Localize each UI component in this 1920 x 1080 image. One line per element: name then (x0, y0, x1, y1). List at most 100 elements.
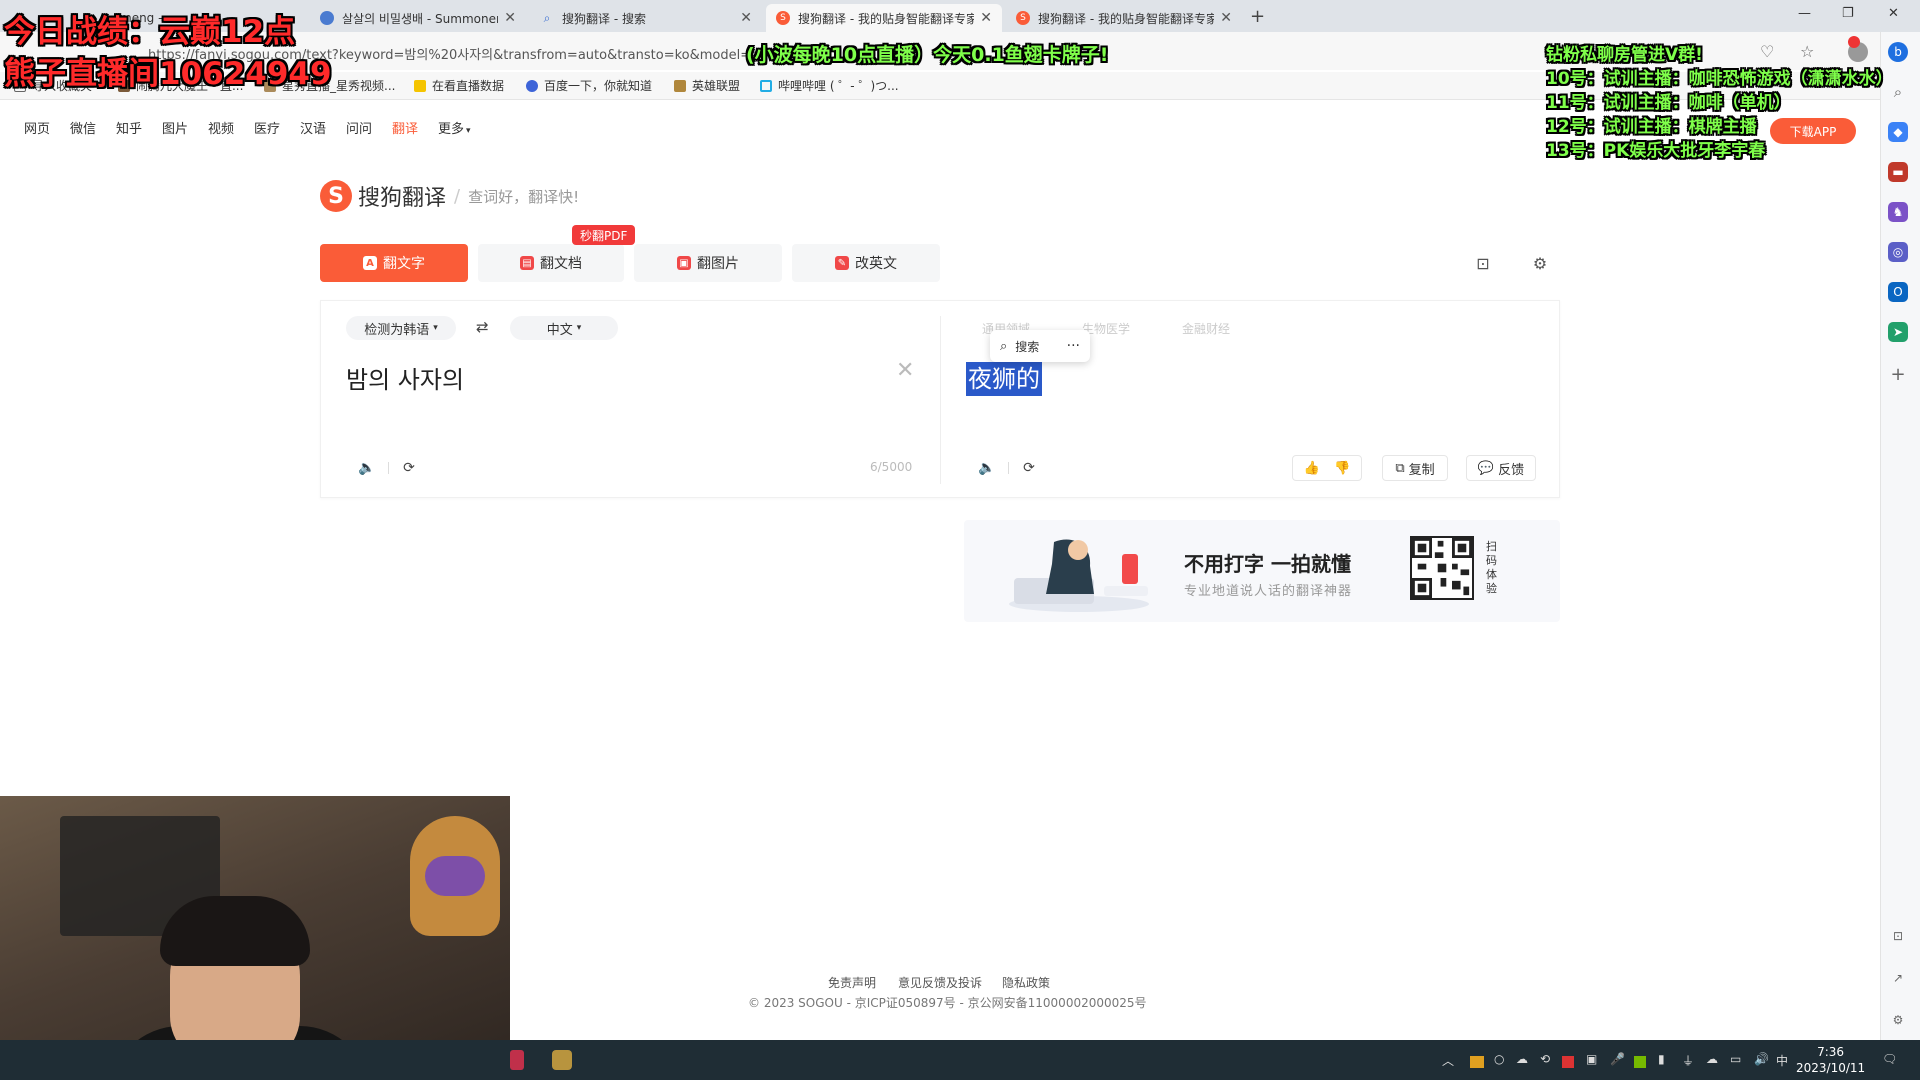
tab-title: 搜狗翻译 - 我的贴身智能翻译专家 (798, 11, 975, 26)
microphone-icon[interactable]: 🎤 (1610, 1052, 1625, 1066)
sogou-translate-logo[interactable]: S 搜狗翻译 / 查词好，翻译快! (320, 180, 579, 212)
open-external-icon[interactable]: ↗ (1888, 968, 1908, 988)
speaker-icon[interactable]: 🔈 (976, 457, 998, 479)
scan-hint: 扫码体验 (1486, 540, 1497, 595)
footer-link-privacy[interactable]: 隐私政策 (1002, 974, 1050, 991)
taskbar-app-icon[interactable] (510, 1050, 524, 1070)
slow-play-icon[interactable]: ⟳ (1018, 457, 1040, 479)
download-app-button[interactable]: 下载APP (1770, 118, 1856, 144)
new-tab-icon[interactable]: + (1250, 6, 1265, 27)
speaker-icon[interactable]: 🔈 (356, 457, 378, 479)
nav-translate[interactable]: 翻译 (392, 118, 418, 137)
qr-code-image (1410, 536, 1474, 600)
mode-translate-text-button[interactable]: A 翻文字 (320, 244, 468, 282)
thumbs-up-icon[interactable]: 👍 (1304, 461, 1320, 476)
mode-translate-image-button[interactable]: ▣ 翻图片 (634, 244, 782, 282)
settings-icon[interactable]: ⚙ (1529, 252, 1551, 274)
window-close-icon[interactable]: ✕ (1888, 6, 1899, 21)
nav-wenwen[interactable]: 问问 (346, 118, 372, 137)
volume-icon[interactable]: 🔊 (1754, 1052, 1769, 1066)
mode-label: 翻文字 (383, 256, 425, 272)
bookmark-item[interactable]: 在看直播数据 (414, 77, 504, 94)
league-client-icon[interactable] (552, 1050, 572, 1070)
target-language-select[interactable]: 中文 ▾ (510, 316, 618, 340)
tray-app-icon[interactable]: ▮ (1658, 1052, 1665, 1066)
tray-app-icon[interactable] (1470, 1056, 1484, 1068)
translation-result[interactable]: 夜狮的 (966, 362, 1042, 396)
overlay-line: 13号：PK娱乐大批牙李宇春 (1546, 141, 1766, 161)
clear-icon[interactable]: ✕ (896, 358, 914, 383)
target-language-label: 中文 (546, 322, 573, 338)
games-icon[interactable]: ♞ (1888, 202, 1908, 222)
outlook-icon[interactable]: O (1888, 282, 1908, 302)
tray-app-icon[interactable]: ⟲ (1540, 1052, 1550, 1066)
nav-weixin[interactable]: 微信 (70, 118, 96, 137)
tray-app-icon[interactable] (1562, 1056, 1574, 1068)
mode-correct-english-button[interactable]: ✎ 改英文 (792, 244, 940, 282)
onedrive-icon[interactable]: ☁ (1706, 1052, 1718, 1066)
nav-more[interactable]: 更多 ▾ (438, 118, 471, 137)
close-icon[interactable]: ✕ (980, 10, 992, 26)
add-icon[interactable]: + (1888, 364, 1908, 385)
sidebar-settings-icon[interactable]: ⚙ (1888, 1010, 1908, 1030)
ime-indicator[interactable]: 中 (1776, 1052, 1788, 1069)
bookmark-item[interactable]: 百度一下，你就知道 (526, 77, 652, 94)
slow-play-icon[interactable]: ⟳ (398, 457, 420, 479)
bookmark-label: 百度一下，你就知道 (544, 79, 653, 93)
close-icon[interactable]: ✕ (504, 10, 516, 26)
nav-medical[interactable]: 医疗 (254, 118, 280, 137)
office-icon[interactable]: ◎ (1888, 242, 1908, 262)
tray-chevron-icon[interactable]: ︿ (1442, 1052, 1454, 1069)
tray-app-icon[interactable]: ▣ (1586, 1052, 1597, 1066)
more-icon[interactable]: ··· (1067, 338, 1080, 354)
bookmark-item[interactable]: 英雄联盟 (674, 77, 740, 94)
usb-icon[interactable]: ⏚ (1682, 1052, 1694, 1069)
nav-images[interactable]: 图片 (162, 118, 188, 137)
camera-icon[interactable]: ⊡ (1472, 252, 1494, 274)
tab-1[interactable]: 살살의 비밀생배 - Summoner Sta ✕ (310, 4, 526, 32)
mode-translate-doc-button[interactable]: ▤ 翻文档 (478, 244, 624, 282)
restore-icon[interactable]: ❐ (1842, 6, 1854, 21)
footer-link-feedback[interactable]: 意见反馈及投诉 (898, 974, 982, 991)
swap-languages-icon[interactable]: ⇄ (476, 318, 489, 336)
bookmark-item[interactable]: 哔哩哔哩 ( ゜- ゜)つ... (760, 77, 899, 94)
domain-tab-finance[interactable]: 金融财经 (1182, 320, 1230, 337)
minimize-icon[interactable]: — (1798, 6, 1811, 21)
sogou-favicon-icon: S (776, 11, 790, 25)
send-icon[interactable]: ➤ (1888, 322, 1908, 342)
logo-divider: / (454, 185, 461, 207)
footer-link-disclaimer[interactable]: 免责声明 (828, 974, 876, 991)
favorites-icon[interactable]: ☆ (1800, 42, 1814, 61)
nav-hanyu[interactable]: 汉语 (300, 118, 326, 137)
source-text-input[interactable]: 밤의 사자의 (346, 360, 464, 395)
close-icon[interactable]: ✕ (740, 10, 752, 26)
nav-web[interactable]: 网页 (24, 118, 50, 137)
close-icon[interactable]: ✕ (1220, 10, 1232, 26)
tab-3[interactable]: S 搜狗翻译 - 我的贴身智能翻译专家 ✕ (766, 4, 1002, 32)
tab-title: 搜狗翻译 - 搜索 (562, 11, 646, 26)
source-language-select[interactable]: 检测为韩语 ▾ (346, 316, 456, 340)
extensions-icon[interactable]: ♡ (1760, 42, 1774, 61)
thumbs-down-icon[interactable]: 👎 (1334, 461, 1350, 476)
taskbar-clock[interactable]: 7:36 2023/10/11 (1796, 1044, 1865, 1076)
tab-2[interactable]: ⌕ 搜狗翻译 - 搜索 ✕ (530, 4, 762, 32)
edit-icon: ✎ (835, 256, 849, 270)
feedback-button[interactable]: 💬 反馈 (1466, 455, 1536, 481)
tools-icon[interactable]: ▬ (1888, 162, 1908, 182)
tab-4[interactable]: S 搜狗翻译 - 我的贴身智能翻译专家 ✕ (1006, 4, 1242, 32)
profile-badge (1848, 36, 1860, 48)
copilot-icon[interactable]: b (1888, 42, 1908, 62)
shopping-icon[interactable]: ◆ (1888, 122, 1908, 142)
nvidia-icon[interactable] (1634, 1056, 1646, 1068)
tray-app-icon[interactable]: ☁ (1516, 1052, 1528, 1066)
nav-zhihu[interactable]: 知乎 (116, 118, 142, 137)
notifications-icon[interactable]: 🗨 (1882, 1052, 1897, 1066)
popup-search-button[interactable]: 搜索 (1015, 338, 1039, 355)
tray-app-icon[interactable]: ○ (1494, 1052, 1504, 1066)
network-icon[interactable]: ▭ (1730, 1052, 1741, 1066)
screenshot-icon[interactable]: ⊡ (1888, 926, 1908, 946)
copy-button[interactable]: ⧉ 复制 (1382, 455, 1448, 481)
nav-video[interactable]: 视频 (208, 118, 234, 137)
chevron-down-icon: ▾ (433, 323, 438, 333)
promo-banner[interactable]: 不用打字 一拍就懂 专业地道说人话的翻译神器 扫码体验 (964, 520, 1560, 622)
